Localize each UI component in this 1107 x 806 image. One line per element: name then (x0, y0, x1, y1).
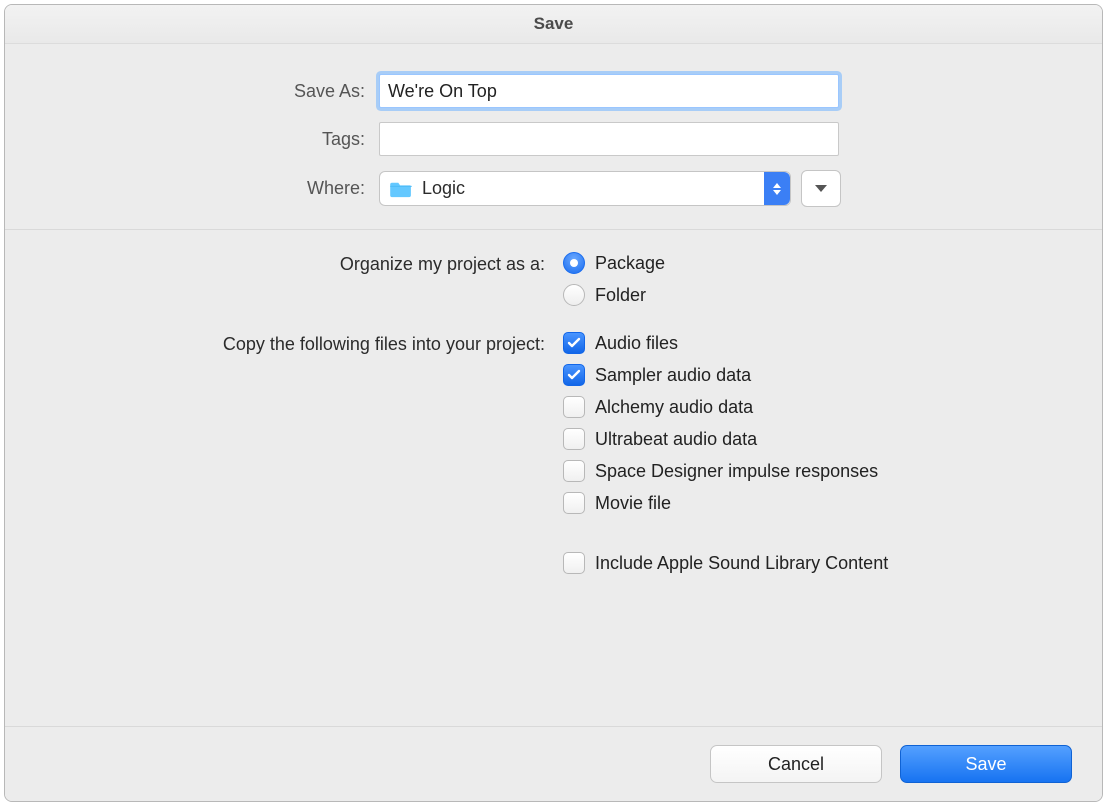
updown-icon (764, 172, 790, 205)
option-label: Alchemy audio data (595, 397, 753, 418)
copy-option-ultrabeat[interactable]: Ultrabeat audio data (563, 428, 888, 450)
option-label: Folder (595, 285, 646, 306)
checkbox-icon (563, 332, 585, 354)
where-label: Where: (45, 178, 379, 199)
copy-option-alchemy[interactable]: Alchemy audio data (563, 396, 888, 418)
saveas-label: Save As: (45, 81, 379, 102)
copy-label: Copy the following files into your proje… (45, 332, 563, 355)
include-apple-library[interactable]: Include Apple Sound Library Content (563, 552, 888, 574)
expand-button[interactable] (801, 170, 841, 207)
divider (5, 229, 1102, 230)
checkbox-icon (563, 552, 585, 574)
copy-option-space-designer[interactable]: Space Designer impulse responses (563, 460, 888, 482)
option-label: Audio files (595, 333, 678, 354)
option-label: Ultrabeat audio data (595, 429, 757, 450)
option-label: Include Apple Sound Library Content (595, 553, 888, 574)
copy-option-audio-files[interactable]: Audio files (563, 332, 888, 354)
window-title: Save (5, 5, 1102, 44)
copy-option-sampler[interactable]: Sampler audio data (563, 364, 888, 386)
option-label: Package (595, 253, 665, 274)
tags-input[interactable] (379, 122, 839, 156)
organize-options: Package Folder (563, 252, 665, 306)
checkbox-icon (563, 396, 585, 418)
copy-option-movie[interactable]: Movie file (563, 492, 888, 514)
saveas-input[interactable] (379, 74, 839, 108)
option-label: Sampler audio data (595, 365, 751, 386)
chevron-down-icon (815, 185, 827, 192)
organize-option-folder[interactable]: Folder (563, 284, 665, 306)
where-value: Logic (422, 178, 764, 199)
radio-icon (563, 252, 585, 274)
checkbox-icon (563, 492, 585, 514)
copy-options: Audio files Sampler audio data Alchemy a… (563, 332, 888, 574)
checkbox-icon (563, 364, 585, 386)
dialog-content: Save As: Tags: Where: Logic (5, 44, 1102, 726)
save-button[interactable]: Save (900, 745, 1072, 783)
tags-label: Tags: (45, 129, 379, 150)
checkbox-icon (563, 428, 585, 450)
option-label: Space Designer impulse responses (595, 461, 878, 482)
save-dialog: Save Save As: Tags: Where: Logic (4, 4, 1103, 802)
organize-option-package[interactable]: Package (563, 252, 665, 274)
where-select[interactable]: Logic (379, 171, 791, 206)
checkbox-icon (563, 460, 585, 482)
dialog-footer: Cancel Save (5, 726, 1102, 801)
folder-icon (390, 180, 412, 198)
option-label: Movie file (595, 493, 671, 514)
cancel-button[interactable]: Cancel (710, 745, 882, 783)
organize-label: Organize my project as a: (45, 252, 563, 275)
radio-icon (563, 284, 585, 306)
